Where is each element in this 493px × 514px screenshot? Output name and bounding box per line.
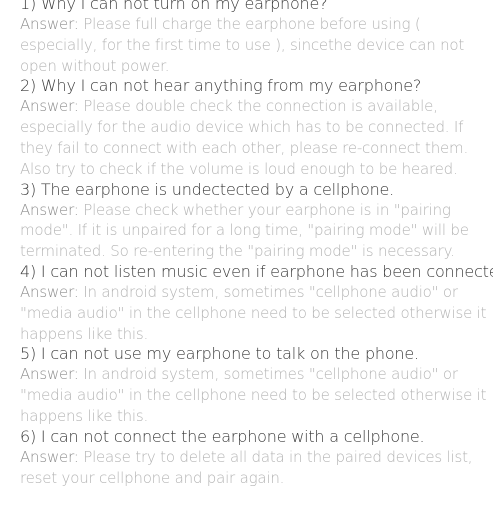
faq-item-1: 1) Why I can not turn on my earphone? An…: [20, 0, 492, 76]
faq-item-5: 5) I can not use my earphone to talk on …: [20, 344, 492, 426]
faq-answer: Answer: Please check whether your earpho…: [20, 200, 492, 262]
answer-label: Answer:: [20, 15, 84, 33]
faq-question: 2) Why I can not hear anything from my e…: [20, 76, 422, 96]
answer-label: Answer:: [20, 200, 84, 219]
faq-question: 5) I can not use my earphone to talk on …: [20, 344, 419, 364]
answer-label: Answer:: [20, 97, 84, 116]
faq-item-2: 2) Why I can not hear anything from my e…: [20, 76, 492, 179]
answer-label: Answer:: [20, 282, 84, 301]
answer-text: Please check whether your earphone is in…: [20, 200, 469, 261]
faq-item-6: 6) I can not connect the earphone with a…: [20, 427, 492, 489]
faq-answer: Answer: In android system, sometimes "ce…: [20, 364, 492, 426]
answer-text: Please try to delete all data in the pai…: [20, 447, 473, 487]
answer-label: Answer:: [20, 447, 84, 466]
faq-question: 3) The earphone is undectected by a cell…: [20, 179, 395, 199]
faq-item-4: 4) I can not listen music even if earpho…: [20, 261, 493, 344]
faq-answer: Answer: Please try to delete all data in…: [20, 447, 492, 489]
answer-text: Please full charge the earphone before u…: [20, 15, 465, 75]
faq-question: 4) I can not listen music even if earpho…: [20, 261, 493, 281]
answer-label: Answer:: [20, 365, 84, 384]
faq-answer: Answer: Please full charge the earphone …: [20, 14, 492, 76]
answer-text: In android system, sometimes "cellphone …: [20, 282, 487, 343]
faq-answer: Answer: In android system, sometimes "ce…: [20, 282, 492, 344]
faq-item-3: 3) The earphone is undectected by a cell…: [20, 180, 492, 262]
faq-question: 1) Why I can not turn on my earphone?: [20, 0, 328, 13]
answer-text: Please double check the connection is av…: [20, 97, 469, 178]
faq-list: 1) Why I can not turn on my earphone? An…: [20, 0, 493, 489]
faq-question: 6) I can not connect the earphone with a…: [20, 426, 425, 446]
faq-answer: Answer: Please double check the connecti…: [20, 96, 492, 179]
answer-text: In android system, sometimes "cellphone …: [20, 365, 487, 425]
